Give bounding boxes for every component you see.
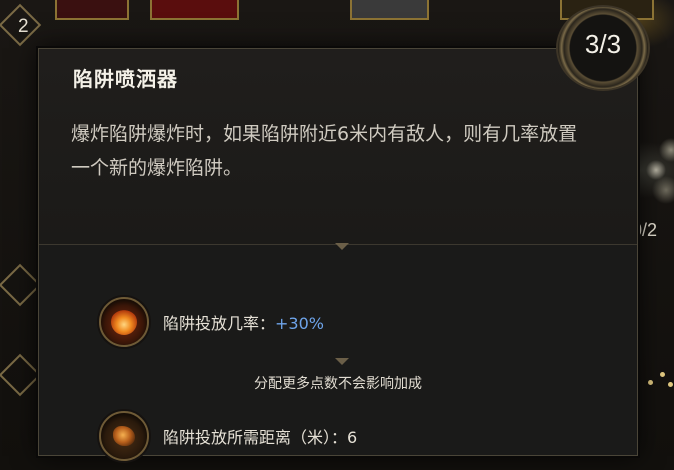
skill-rank-text: 3/3	[584, 29, 622, 59]
stat-value: 6	[347, 428, 358, 447]
stat-value: +30%	[275, 314, 324, 333]
skill-rank-counter: 2	[18, 16, 29, 37]
tooltip-header: 陷阱喷洒器 爆炸陷阱爆炸时，如果陷阱附近6米内有敌人，则有几率放置一个新的爆炸陷…	[39, 49, 637, 245]
connector-dots	[646, 368, 674, 388]
skill-card-slot[interactable]	[350, 0, 429, 20]
skill-tooltip: 陷阱喷洒器 爆炸陷阱爆炸时，如果陷阱附近6米内有敌人，则有几率放置一个新的爆炸陷…	[38, 48, 638, 461]
stat-row-trap-chance: 陷阱投放几率：+30%	[99, 297, 659, 347]
divider-notch	[335, 243, 349, 250]
skill-card-slot[interactable]	[150, 0, 239, 20]
skill-card-slot[interactable]	[55, 0, 129, 20]
skill-node-icon[interactable]	[0, 263, 42, 307]
thorns-skill-icon[interactable]	[636, 130, 674, 210]
skill-rank-badge: 3/3	[556, 5, 650, 91]
mine-icon	[99, 411, 149, 461]
stat-label: 陷阱投放所需距离（米）：	[163, 428, 348, 447]
stat-text: 陷阱投放所需距离（米）：6	[163, 424, 357, 448]
skill-title: 陷阱喷洒器	[73, 67, 178, 91]
skill-node-icon[interactable]	[0, 353, 42, 397]
explosion-trap-icon	[99, 297, 149, 347]
skill-description: 爆炸陷阱爆炸时，如果陷阱附近6米内有敌人，则有几率放置一个新的爆炸陷阱。	[71, 123, 578, 179]
divider-notch	[335, 358, 349, 365]
stat-row-trap-distance: 陷阱投放所需距离（米）：6	[99, 411, 659, 461]
stat-label: 陷阱投放几率：	[163, 314, 276, 333]
stat-text: 陷阱投放几率：+30%	[163, 310, 324, 334]
points-note: 分配更多点数不会影响加成	[254, 376, 422, 392]
